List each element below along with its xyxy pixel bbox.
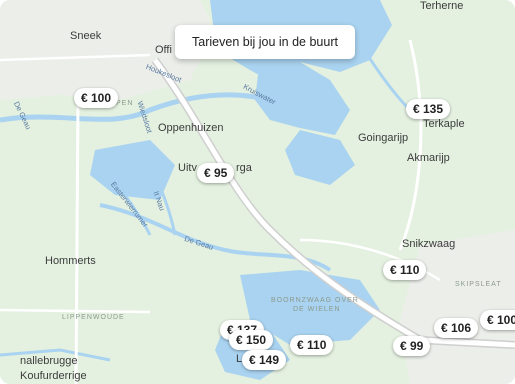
place-label-goingarijp: Goingarijp: [358, 132, 409, 144]
price-pin[interactable]: € 106: [434, 318, 479, 338]
place-label-koufurderrige: Koufurderrige: [20, 370, 87, 382]
price-pin[interactable]: € 135: [406, 99, 451, 119]
place-label-skipsleat: SKIPSLEAT: [455, 281, 502, 288]
nearby-rates-button[interactable]: Tarieven bij jou in de buurt: [175, 25, 355, 59]
price-pin[interactable]: € 99: [393, 336, 431, 356]
place-label-lippenwoude: LIPPENWOUDE: [62, 314, 125, 321]
place-label-pen: PEN: [116, 100, 134, 107]
place-label-hommerts: Hommerts: [45, 255, 96, 267]
price-pin[interactable]: € 150: [229, 330, 274, 350]
price-pin[interactable]: € 100: [480, 310, 515, 330]
place-label-boornzwaag: BOORNZWAAG OVER: [271, 297, 359, 304]
place-label-boornzwaag-2: DE WIELEN: [293, 306, 341, 313]
place-label-offingawier: Offi: [155, 44, 172, 56]
map-view[interactable]: Sneek Offi Terherne Oppenhuizen Uitv rga…: [0, 0, 515, 384]
place-label-akmarijp: Akmarijp: [407, 152, 450, 164]
price-pin[interactable]: € 110: [383, 260, 427, 280]
price-pin[interactable]: € 95: [197, 163, 235, 183]
place-label-sneek: Sneek: [70, 30, 102, 42]
place-label-terkaple: Terkaple: [423, 118, 465, 130]
place-label-uitwellingerga-b: rga: [236, 162, 252, 174]
place-label-terherne: Terherne: [420, 0, 464, 12]
price-pin[interactable]: € 110: [290, 335, 334, 355]
place-label-uitwellingerga-a: Uitv: [178, 162, 197, 174]
place-label-heeg-bridge: nallebrugge: [20, 355, 78, 367]
price-pin[interactable]: € 100: [74, 88, 119, 108]
road-west-vertical: [74, 99, 80, 384]
price-pin[interactable]: € 149: [242, 350, 287, 370]
place-label-oppenhuizen: Oppenhuizen: [158, 122, 224, 134]
place-label-snikzwaag: Snikzwaag: [402, 238, 456, 250]
